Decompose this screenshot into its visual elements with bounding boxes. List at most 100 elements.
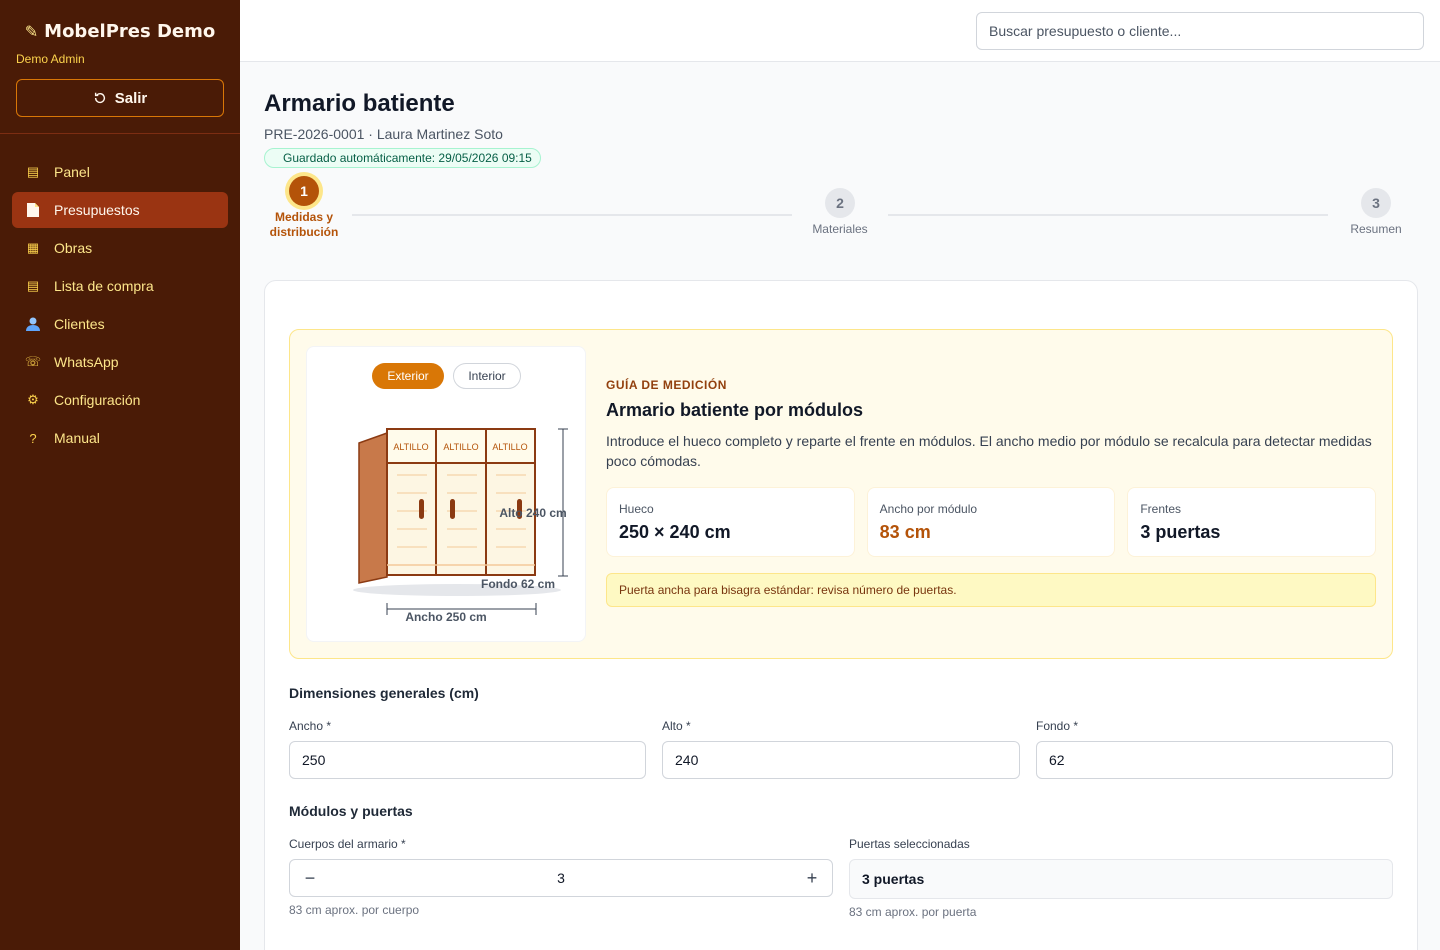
sidebar-item-label: Manual [54,430,100,446]
sidebar-item-label: Configuración [54,392,141,408]
altillo-label: ALTILLO [492,442,527,452]
doors-field: Puertas seleccionadas 3 puertas 83 cm ap… [849,837,1393,919]
sidebar-item-lista-compra[interactable]: ▤ Lista de compra [12,268,228,304]
stat-value: 250 × 240 cm [619,522,731,542]
sidebar-item-panel[interactable]: ▤ Panel [12,154,228,190]
sidebar-item-label: Clientes [54,316,105,332]
measurement-guide: ALTILLO ALTILLO ALTILLO Alto 240 cm Fond… [289,329,1393,659]
doors-hint: 83 cm aprox. por puerta [849,905,977,919]
door-handle [450,499,455,519]
step-number: 1 [289,176,319,206]
ancho-label: Ancho * [289,719,332,733]
doors-value: 3 puertas [849,859,1393,899]
sidebar: ✎ MobelPres Demo Demo Admin Salir ▤ Pane… [0,0,240,950]
step-1[interactable]: 1 Medidas y distribución [254,176,354,240]
depth-label: Fondo 62 cm [481,577,555,591]
logout-button[interactable]: Salir [16,79,224,117]
phone-icon: ☏ [24,354,42,369]
blocks-icon: ▦ [26,240,40,255]
fondo-input[interactable] [1036,741,1393,779]
step-2[interactable]: 2 Materiales [790,188,890,237]
step-connector [888,214,1328,216]
stat-hueco: Hueco 250 × 240 cm [606,487,855,557]
document-icon [24,202,42,218]
form-card: ALTILLO ALTILLO ALTILLO Alto 240 cm Fond… [264,280,1418,950]
fondo-field: Fondo * [1036,719,1393,779]
alto-label: Alto * [662,719,691,733]
altillo-label: ALTILLO [443,442,478,452]
stat-ancho-modulo: Ancho por módulo 83 cm [866,487,1116,557]
step-label: Resumen [1350,222,1402,236]
guide-description: Introduce el hueco completo y reparte el… [606,433,1372,469]
increment-button[interactable]: + [804,868,820,889]
ancho-input[interactable] [289,741,646,779]
doors-label: Puertas seleccionadas [849,837,970,851]
stat-value: 3 puertas [1140,522,1221,542]
sidebar-item-label: WhatsApp [54,354,119,370]
sidebar-item-label: Panel [54,164,90,180]
interior-toggle[interactable]: Interior [453,363,521,389]
sidebar-item-configuracion[interactable]: ⚙ Configuración [12,382,228,418]
sidebar-item-manual[interactable]: ? Manual [12,420,228,456]
modules-section-title: Módulos y puertas [289,803,413,819]
alto-input[interactable] [662,741,1020,779]
guide-stats: Hueco 250 × 240 cm Ancho por módulo 83 c… [606,487,1377,557]
step-label: Materiales [812,222,868,236]
step-3[interactable]: 3 Resumen [1326,188,1426,237]
guide-title: Armario batiente por módulos [606,400,864,420]
fondo-label: Fondo * [1036,719,1079,733]
sidebar-item-clientes[interactable]: Clientes [12,306,228,342]
main-content: Armario batiente PRE-2026-0001 · Laura M… [240,62,1440,950]
sidebar-item-whatsapp[interactable]: ☏ WhatsApp [12,344,228,380]
dimensions-section-title: Dimensiones generales (cm) [289,685,479,701]
ancho-field: Ancho * [289,719,646,779]
guide-text: GUÍA DE MEDICIÓN Armario batiente por mó… [606,378,1377,607]
app-name: MobelPres Demo [44,20,216,42]
page-subtitle: PRE-2026-0001 · Laura Martinez Soto [264,126,503,142]
open-door [358,431,388,584]
door-handle [419,499,424,519]
gear-icon: ⚙ [27,392,39,407]
door-width-warning: Puerta ancha para bisagra estándar: revi… [606,573,1376,607]
autosave-badge: Guardado automáticamente: 29/05/2026 09:… [264,148,541,168]
wizard-stepper: 1 Medidas y distribución 2 Materiales 3 … [264,176,1416,276]
guide-eyebrow: GUÍA DE MEDICIÓN [606,378,727,392]
sidebar-item-label: Presupuestos [54,202,140,218]
alto-field: Alto * [662,719,1020,779]
sidebar-item-presupuestos[interactable]: Presupuestos [12,192,228,228]
topbar [240,0,1440,62]
sidebar-nav: ▤ Panel Presupuestos ▦ Obras ▤ Lista de … [0,134,240,456]
stat-frentes: Frentes 3 puertas [1127,487,1377,557]
stat-label: Hueco [619,502,654,516]
wardrobe-drawing: ALTILLO ALTILLO ALTILLO Alto 240 cm Fond… [353,428,568,624]
list-icon: ▤ [26,278,40,293]
stat-label: Ancho por módulo [879,502,978,516]
question-icon: ? [29,430,37,446]
sidebar-item-label: Lista de compra [54,278,154,294]
search-input[interactable] [976,12,1424,50]
exterior-toggle[interactable]: Exterior [372,363,444,389]
bodies-label: Cuerpos del armario * [289,837,406,851]
step-number: 3 [1361,188,1391,218]
brand: ✎ MobelPres Demo [0,0,240,44]
step-number: 2 [825,188,855,218]
bodies-field: Cuerpos del armario * − 3 + 83 cm aprox.… [289,837,833,917]
decrement-button[interactable]: − [302,868,318,889]
stat-label: Frentes [1140,502,1182,516]
width-label: Ancho 250 cm [405,610,486,624]
grid-icon: ▤ [26,164,40,179]
bodies-value[interactable]: 3 [557,870,565,886]
step-label: Medidas y distribución [269,210,339,239]
sidebar-item-label: Obras [54,240,93,256]
bodies-stepper: − 3 + [289,859,833,897]
user-icon [24,316,42,332]
bodies-hint: 83 cm aprox. por cuerpo [289,903,420,917]
altillo-label: ALTILLO [393,442,428,452]
user-name: Demo Admin [16,52,85,66]
step-connector [352,214,792,216]
pen-icon: ✎ [24,21,39,41]
logout-icon [94,92,105,104]
wardrobe-figure: ALTILLO ALTILLO ALTILLO Alto 240 cm Fond… [306,346,586,642]
sidebar-item-obras[interactable]: ▦ Obras [12,230,228,266]
height-label: Alto 240 cm [499,506,566,520]
